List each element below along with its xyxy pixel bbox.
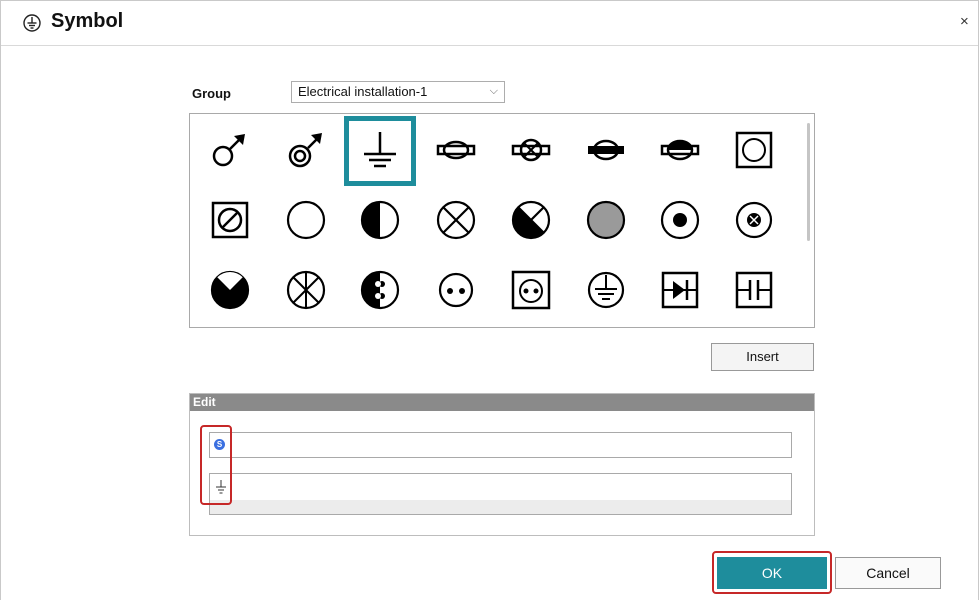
- group-select[interactable]: Electrical installation-1 ⌵: [291, 81, 505, 103]
- square-two-dots-circle-icon: [511, 270, 551, 310]
- insert-button[interactable]: Insert: [711, 343, 814, 371]
- cancel-button[interactable]: Cancel: [835, 557, 941, 589]
- chevron-down-icon: ⌵: [489, 85, 498, 97]
- x-dot-circle-icon: [735, 201, 773, 239]
- male-arrow-icon: [212, 134, 245, 167]
- gray-filled-circle-icon: [586, 200, 626, 240]
- symbol-half-two-dots-circle[interactable]: [350, 260, 410, 320]
- preview-strip: [210, 500, 791, 514]
- title-bar: Symbol ×: [1, 1, 978, 46]
- capacitor-box-icon: [735, 271, 773, 309]
- lamp-cross-bar-icon: [511, 138, 551, 162]
- symbol-x-dot-circle[interactable]: [724, 190, 784, 250]
- bowtie-filled-circle-icon: [210, 270, 250, 310]
- lamp-half-bar-icon: [660, 139, 700, 161]
- symbol-earth-ground[interactable]: [344, 116, 416, 186]
- symbol-square-circle[interactable]: [724, 120, 784, 180]
- symbol-asterisk-circle[interactable]: [276, 260, 336, 320]
- diode-box-icon: [661, 271, 699, 309]
- symbol-x-circle-filled-left[interactable]: [501, 190, 561, 250]
- symbol-male-arrow[interactable]: [200, 120, 260, 180]
- ground-circle-icon: [587, 271, 625, 309]
- symbol-double-circle-arrow[interactable]: [276, 120, 336, 180]
- symbol-lamp-filled-bar[interactable]: [576, 120, 636, 180]
- empty-circle-icon: [286, 200, 326, 240]
- group-select-value: Electrical installation-1: [298, 84, 428, 99]
- symbol-half-filled-circle[interactable]: [350, 190, 410, 250]
- symbol-gray-filled-circle[interactable]: [576, 190, 636, 250]
- earth-ground-icon: [364, 132, 396, 168]
- earth-ground-circle-icon: [23, 14, 41, 32]
- highlight-edit-icons: [200, 425, 232, 505]
- symbol-capacitor-box[interactable]: [724, 260, 784, 320]
- symbol-ground-circle[interactable]: [576, 260, 636, 320]
- palette-scrollbar[interactable]: [807, 123, 810, 241]
- symbol-lamp-cross-bar[interactable]: [501, 120, 561, 180]
- lamp-bar-icon: [436, 140, 476, 160]
- symbol-square-two-dots-circle[interactable]: [501, 260, 561, 320]
- double-circle-arrow-icon: [288, 133, 322, 168]
- symbol-two-dots-circle[interactable]: [426, 260, 486, 320]
- dot-circle-icon: [660, 200, 700, 240]
- symbol-diode-box[interactable]: [650, 260, 710, 320]
- half-two-dots-circle-icon: [360, 270, 400, 310]
- edit-panel: Edit S: [189, 393, 815, 536]
- group-label: Group: [192, 86, 231, 101]
- symbol-empty-circle[interactable]: [276, 190, 336, 250]
- half-filled-circle-icon: [360, 200, 400, 240]
- square-slash-circle-icon: [211, 201, 249, 239]
- edit-symbol-preview-input[interactable]: [209, 473, 792, 515]
- dialog-title: Symbol: [51, 10, 124, 32]
- x-circle-filled-left-icon: [511, 200, 551, 240]
- ok-button[interactable]: OK: [717, 557, 827, 589]
- close-icon[interactable]: ×: [960, 13, 969, 30]
- symbol-dot-circle[interactable]: [650, 190, 710, 250]
- symbol-dialog: Symbol × Group Electrical installation-1…: [0, 0, 979, 600]
- symbol-square-slash-circle[interactable]: [200, 190, 260, 250]
- symbol-x-circle[interactable]: [426, 190, 486, 250]
- symbol-lamp-bar[interactable]: [426, 120, 486, 180]
- two-dots-circle-icon: [438, 272, 474, 308]
- edit-header: Edit: [190, 394, 814, 411]
- x-circle-icon: [436, 200, 476, 240]
- symbol-bowtie-filled-circle[interactable]: [200, 260, 260, 320]
- symbol-palette: [189, 113, 815, 328]
- edit-symbol-code-input[interactable]: S: [209, 432, 792, 458]
- asterisk-circle-icon: [286, 270, 326, 310]
- lamp-filled-bar-icon: [588, 139, 624, 161]
- symbol-lamp-half-bar[interactable]: [650, 120, 710, 180]
- square-circle-icon: [735, 131, 773, 169]
